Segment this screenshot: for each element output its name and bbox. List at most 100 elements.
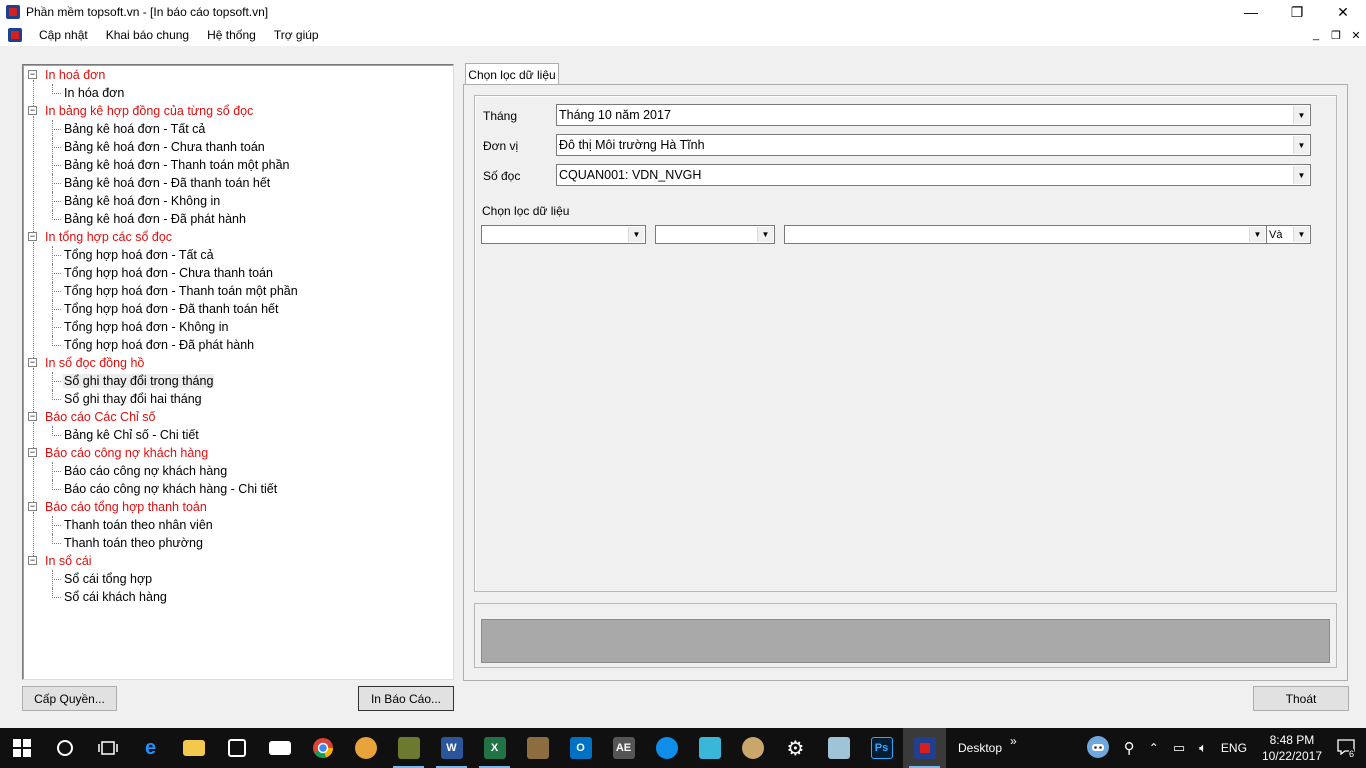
cortana-button[interactable] — [43, 728, 86, 768]
collapse-icon[interactable]: − — [28, 106, 37, 115]
tree-item[interactable]: In hóa đơn — [23, 84, 453, 102]
desktop-toolbar-label[interactable]: Desktop — [958, 741, 1002, 755]
taskbar-photoshop[interactable]: Ps — [860, 728, 903, 768]
tree-item[interactable]: Sổ cái tổng hợp — [23, 570, 453, 588]
taskbar-excel[interactable]: X — [473, 728, 516, 768]
close-button[interactable]: ✕ — [1320, 0, 1366, 24]
menu-cap-nhat[interactable]: Cập nhật — [30, 28, 97, 42]
action-center-button[interactable]: 6 — [1330, 738, 1366, 759]
tree-group-header[interactable]: − Báo cáo tổng hợp thanh toán — [23, 498, 453, 516]
tree-item[interactable]: Thanh toán theo phường — [23, 534, 453, 552]
taskbar-paint[interactable] — [731, 728, 774, 768]
collapse-icon[interactable]: − — [28, 358, 37, 367]
filter-field-select[interactable]: ▼ — [481, 225, 646, 244]
taskbar-notes[interactable] — [817, 728, 860, 768]
network-icon[interactable]: ▭ — [1166, 740, 1192, 756]
tree-item[interactable]: Tổng hợp hoá đơn - Không in — [23, 318, 453, 336]
taskbar-edge[interactable]: e — [129, 728, 172, 768]
tree-group-header[interactable]: − In bảng kê hợp đồng của từng sổ đọc — [23, 102, 453, 120]
toolbar-chevron-icon[interactable]: » — [1010, 734, 1017, 748]
chevron-down-icon[interactable]: ▼ — [1293, 166, 1309, 184]
mdi-restore-button[interactable]: ❐ — [1326, 29, 1346, 42]
tab-chon-loc-du-lieu[interactable]: Chọn lọc dữ liệu — [465, 63, 559, 85]
volume-icon[interactable]: 🔈︎ — [1192, 740, 1214, 756]
chevron-down-icon[interactable]: ▼ — [1293, 227, 1309, 242]
tree-item[interactable]: Bảng kê hoá đơn - Không in — [23, 192, 453, 210]
tree-group-header[interactable]: − In sổ cái — [23, 552, 453, 570]
taskbar-archive[interactable] — [516, 728, 559, 768]
tree-item[interactable]: Tổng hợp hoá đơn - Tất cả — [23, 246, 453, 264]
tree-item[interactable]: Sổ ghi thay đổi hai tháng — [23, 390, 453, 408]
tree-item[interactable]: Báo cáo công nợ khách hàng - Chi tiết — [23, 480, 453, 498]
tree-group-header[interactable]: − Báo cáo công nợ khách hàng — [23, 444, 453, 462]
taskbar-tools[interactable] — [344, 728, 387, 768]
donvi-select[interactable]: Đô thị Môi trường Hà Tĩnh ▼ — [556, 134, 1311, 156]
taskbar-store[interactable] — [215, 728, 258, 768]
tree-item[interactable]: Bảng kê hoá đơn - Đã phát hành — [23, 210, 453, 228]
taskbar-settings[interactable]: ⚙ — [774, 728, 817, 768]
chevron-down-icon[interactable]: ▼ — [628, 227, 644, 242]
collapse-icon[interactable]: − — [28, 502, 37, 511]
tree-item[interactable]: Bảng kê Chỉ số - Chi tiết — [23, 426, 453, 444]
collapse-icon[interactable]: − — [28, 70, 37, 79]
tree-item[interactable]: Sổ ghi thay đổi trong tháng — [23, 372, 453, 390]
taskbar-file-explorer[interactable] — [172, 728, 215, 768]
collapse-icon[interactable]: − — [28, 232, 37, 241]
taskbar-ae[interactable]: AE — [602, 728, 645, 768]
thoat-button[interactable]: Thoát — [1253, 686, 1349, 711]
tree-group-header[interactable]: − In sổ đọc đồng hồ — [23, 354, 453, 372]
chevron-down-icon[interactable]: ▼ — [1293, 136, 1309, 154]
taskbar-topsoft[interactable] — [903, 728, 946, 768]
collapse-icon[interactable]: − — [28, 556, 37, 565]
tree-item[interactable]: Tổng hợp hoá đơn - Thanh toán một phần — [23, 282, 453, 300]
tree-item[interactable]: Bảng kê hoá đơn - Đã thanh toán hết — [23, 174, 453, 192]
tree-group-header[interactable]: − In tổng hợp các sổ đọc — [23, 228, 453, 246]
mdi-system-icon[interactable] — [8, 28, 22, 42]
chevron-down-icon[interactable]: ▼ — [757, 227, 773, 242]
tree-item[interactable]: Bảng kê hoá đơn - Thanh toán một phần — [23, 156, 453, 174]
chevron-down-icon[interactable]: ▼ — [1249, 227, 1265, 242]
chevron-up-icon[interactable]: ⌃ — [1142, 741, 1166, 755]
restore-button[interactable]: ❐ — [1274, 0, 1320, 24]
tree-item[interactable]: Tổng hợp hoá đơn - Chưa thanh toán — [23, 264, 453, 282]
bot-icon[interactable] — [1079, 735, 1117, 762]
mdi-minimize-button[interactable]: _ — [1306, 29, 1326, 41]
in-bao-cao-button[interactable]: In Báo Cáo... — [358, 686, 454, 711]
minimize-button[interactable]: — — [1228, 0, 1274, 24]
collapse-icon[interactable]: − — [28, 412, 37, 421]
tree-item[interactable]: Tổng hợp hoá đơn - Đã thanh toán hết — [23, 300, 453, 318]
taskbar-teamviewer[interactable] — [645, 728, 688, 768]
language-indicator[interactable]: ENG — [1214, 741, 1254, 755]
taskbar-outlook[interactable]: O — [559, 728, 602, 768]
thang-select[interactable]: Tháng 10 năm 2017 ▼ — [556, 104, 1311, 126]
tree-item[interactable]: Bảng kê hoá đơn - Tất cả — [23, 120, 453, 138]
filter-value-select[interactable]: ▼ — [784, 225, 1267, 244]
sodoc-select[interactable]: CQUAN001: VDN_NVGH ▼ — [556, 164, 1311, 186]
collapse-icon[interactable]: − — [28, 448, 37, 457]
filter-operator-select[interactable]: ▼ — [655, 225, 775, 244]
tree-group-header[interactable]: − Báo cáo Các Chỉ số — [23, 408, 453, 426]
tree-item[interactable]: Bảng kê hoá đơn - Chưa thanh toán — [23, 138, 453, 156]
tree-item[interactable]: Tổng hợp hoá đơn - Đã phát hành — [23, 336, 453, 354]
taskbar-chrome[interactable] — [301, 728, 344, 768]
mdi-close-button[interactable]: ✕ — [1346, 29, 1366, 42]
taskbar-app-blue[interactable] — [688, 728, 731, 768]
menu-he-thong[interactable]: Hệ thống — [198, 28, 265, 42]
cap-quyen-button[interactable]: Cấp Quyền... — [22, 686, 117, 711]
start-button[interactable] — [0, 728, 43, 768]
tree-item[interactable]: Báo cáo công nợ khách hàng — [23, 462, 453, 480]
people-icon[interactable]: ⚲ — [1117, 739, 1142, 757]
clock[interactable]: 8:48 PM 10/22/2017 — [1254, 732, 1330, 764]
chevron-down-icon[interactable]: ▼ — [1293, 106, 1309, 124]
menu-tro-giup[interactable]: Trợ giúp — [265, 28, 328, 42]
tree-item[interactable]: Sổ cái khách hàng — [23, 588, 453, 606]
filter-logic-select[interactable]: Và ▼ — [1266, 225, 1311, 244]
tree-item[interactable]: Thanh toán theo nhân viên — [23, 516, 453, 534]
tree-group-header[interactable]: − In hoá đơn — [23, 66, 453, 84]
task-view-button[interactable] — [86, 728, 129, 768]
menu-khai-bao-chung[interactable]: Khai báo chung — [97, 28, 198, 42]
taskbar-mail[interactable] — [258, 728, 301, 768]
taskbar-word[interactable]: W — [430, 728, 473, 768]
report-tree[interactable]: − In hoá đơn In hóa đơn − In bảng kê hợp đồn… — [22, 64, 454, 680]
taskbar-settings-tool[interactable] — [387, 728, 430, 768]
